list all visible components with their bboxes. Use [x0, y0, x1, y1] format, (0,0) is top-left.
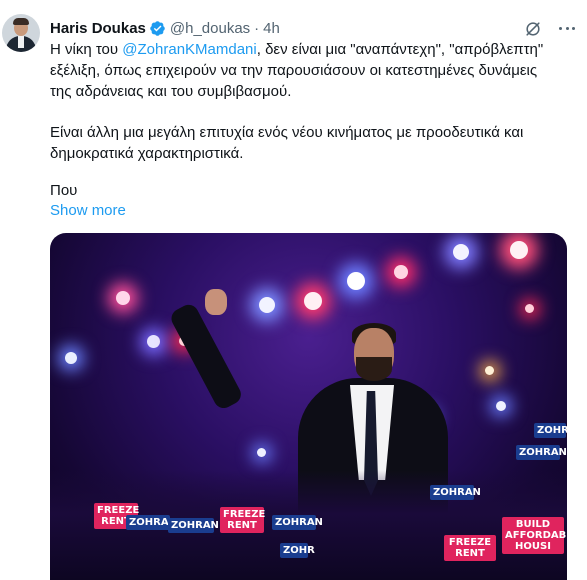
separator-dot: ·	[254, 19, 260, 37]
crowd-sign: BUILD AFFORDABLE HOUSI	[502, 517, 567, 554]
crowd-sign: ZOHRAN	[430, 485, 481, 500]
grok-icon[interactable]	[523, 19, 543, 39]
stage-light	[525, 304, 534, 313]
stage-light	[257, 448, 266, 457]
tweet-header: Haris Doukas @h_doukas · 4h	[50, 17, 280, 39]
stage-light	[453, 244, 469, 260]
stage-light	[485, 366, 494, 375]
stage-light	[496, 401, 506, 411]
text-segment: , δεν είναι μια "αναπάντεχη", "απρόβλεπτ…	[256, 41, 544, 58]
crowd-sign: ZOHRAN	[126, 515, 177, 530]
stage-light	[147, 335, 160, 348]
crowd-sign: ZOHRAN	[272, 515, 323, 530]
timestamp[interactable]: 4h	[263, 20, 280, 37]
crowd-sign: ZOHR	[280, 543, 315, 558]
tweet-photo[interactable]: FREEZE RENT ZOHRAN ZOHRAN FREEZE RENT ZO…	[50, 233, 567, 580]
tweet-text-line-4: Είναι άλλη μια μεγάλη επιτυχία ενός νέου…	[50, 124, 524, 141]
show-more-link[interactable]: Show more	[50, 201, 126, 221]
stage-light	[259, 297, 275, 313]
text-segment: Η νίκη του	[50, 41, 123, 58]
mention-link[interactable]: @ZohranKMamdani	[122, 41, 256, 58]
stage-light	[65, 352, 77, 364]
more-dot	[559, 26, 562, 30]
crowd-sign: FREEZE RENT	[444, 535, 496, 561]
tweet-text-line-2: εξέλιξη, όπως επιχειρούν να την παρουσιά…	[50, 62, 538, 79]
avatar[interactable]	[2, 14, 40, 52]
crowd-sign: ZOHRAN	[168, 518, 219, 533]
tweet-text-line-1: Η νίκη του @ZohranKMamdani, δεν είναι μι…	[50, 40, 543, 60]
stage-light	[304, 292, 322, 310]
speaker-beard	[356, 357, 392, 381]
more-dot	[565, 26, 569, 30]
stage-light	[394, 265, 408, 279]
stage-light	[347, 272, 365, 290]
raised-hand	[205, 289, 227, 315]
tweet[interactable]: Haris Doukas @h_doukas · 4h Η νίκη του @…	[0, 0, 587, 580]
crowd-sign: FREEZE RENT	[220, 507, 265, 533]
author-name[interactable]: Haris Doukas	[50, 20, 146, 37]
more-dot	[572, 26, 575, 30]
crowd-sign: ZOHRAN	[516, 445, 567, 460]
avatar-shirt	[18, 36, 24, 48]
verified-badge-icon[interactable]	[149, 20, 166, 37]
tweet-text-line-3: της αδράνειας και του συμβιβασμού.	[50, 83, 292, 100]
stage-light	[116, 291, 130, 305]
author-handle[interactable]: @h_doukas	[170, 20, 250, 37]
raised-arm	[167, 301, 245, 412]
more-options-icon[interactable]	[557, 18, 577, 38]
tweet-text-line-6: Που	[50, 182, 78, 199]
tweet-text-line-5: δημοκρατικά χαρακτηριστικά.	[50, 145, 244, 162]
crowd-sign: ZOHR	[534, 423, 567, 438]
stage-light	[510, 241, 528, 259]
avatar-hair	[13, 18, 29, 25]
